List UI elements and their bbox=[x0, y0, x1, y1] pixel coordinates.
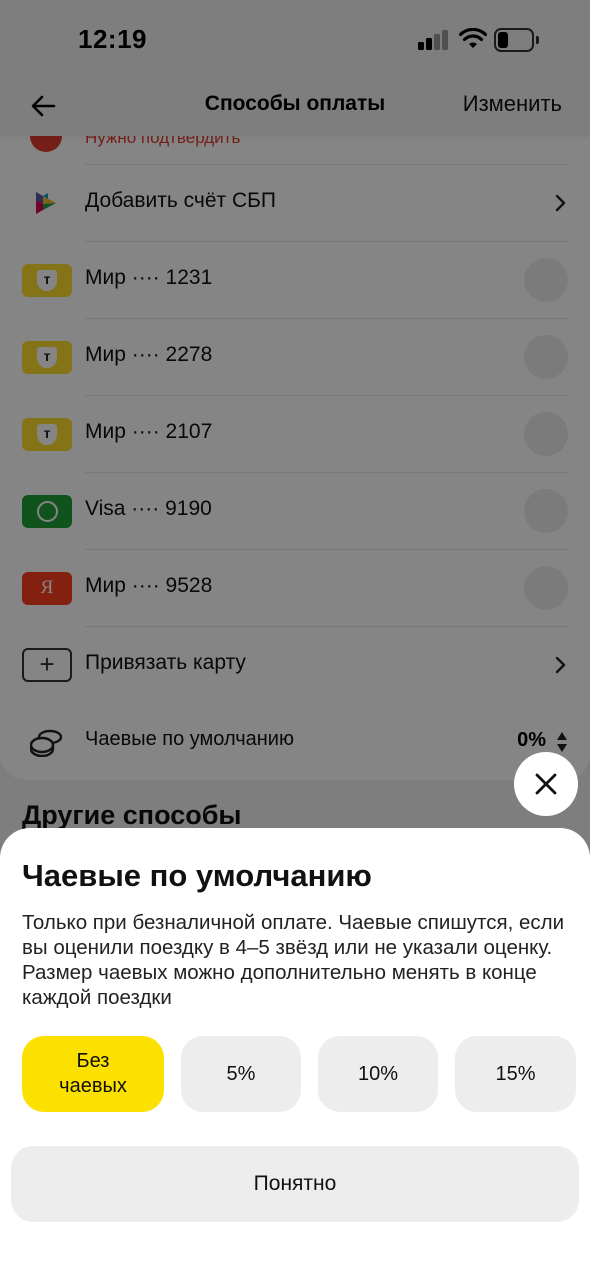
tip-option-15[interactable]: 15% bbox=[455, 1036, 576, 1112]
tip-option-5[interactable]: 5% bbox=[181, 1036, 301, 1112]
tip-option-none[interactable]: Без чаевых bbox=[22, 1036, 164, 1112]
tip-option-10[interactable]: 10% bbox=[318, 1036, 438, 1112]
tip-option-label: чаевых bbox=[59, 1075, 127, 1097]
sheet-title: Чаевые по умолчанию bbox=[22, 858, 372, 893]
tip-option-label: Без bbox=[76, 1050, 110, 1072]
tip-option-label: 15% bbox=[495, 1062, 536, 1085]
tip-option-label: 5% bbox=[226, 1062, 256, 1085]
default-tips-sheet: Чаевые по умолчанию Только при безналичн… bbox=[0, 828, 590, 1280]
close-button[interactable] bbox=[514, 752, 578, 816]
close-icon bbox=[535, 773, 557, 795]
tip-option-label: 10% bbox=[357, 1062, 399, 1085]
ok-button[interactable]: Понятно bbox=[11, 1146, 579, 1222]
sheet-description: Только при безналичной оплате. Чаевые сп… bbox=[22, 911, 565, 1009]
